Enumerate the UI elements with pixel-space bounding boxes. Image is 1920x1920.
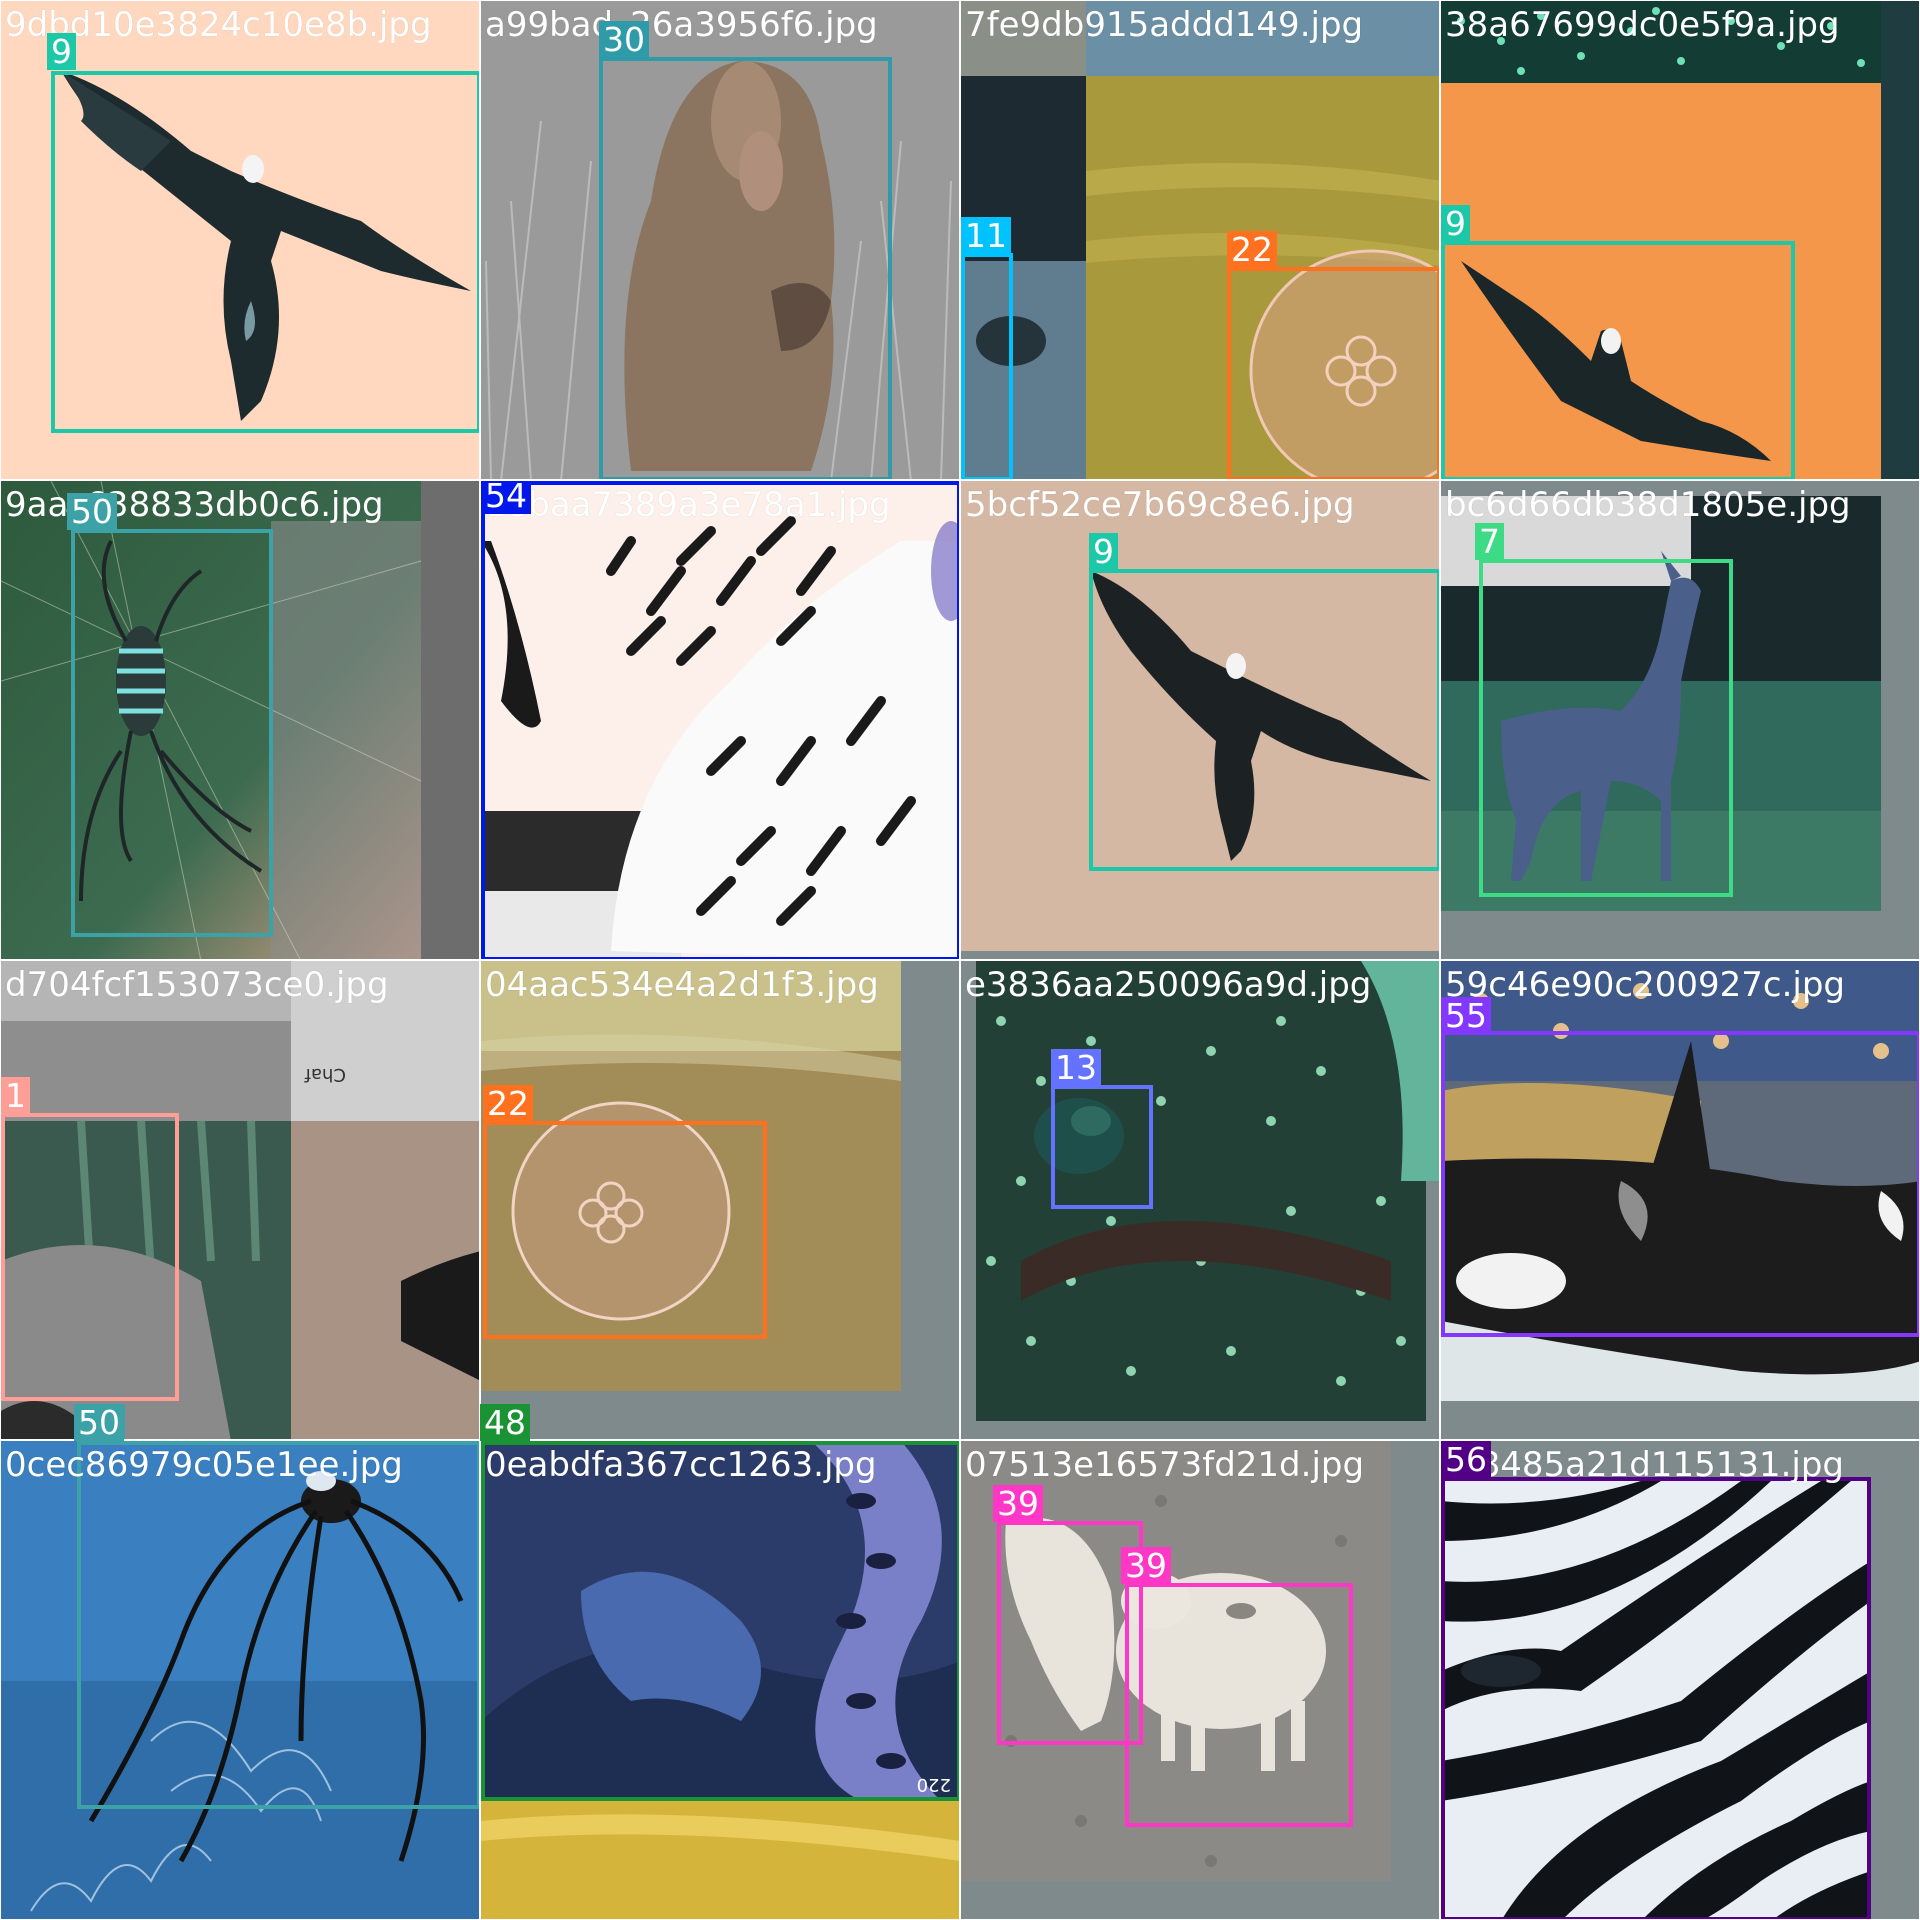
tile-mosaic-rocks: Chaf d704fcf153073ce0.jpg 1 50: [0, 960, 480, 1440]
class-label: 9: [1089, 533, 1118, 570]
tile-filename: d704fcf153073ce0.jpg: [5, 965, 389, 1005]
bounding-box: [481, 481, 959, 959]
bounding-box: [1089, 569, 1439, 871]
class-label: 55: [1441, 997, 1491, 1034]
class-label: 11: [961, 217, 1011, 254]
detection-mosaic: 9dbd10e3824c10e8b.jpg 9 a99bad_26a3956f6…: [0, 0, 1920, 1920]
scene-frog: [961, 961, 1439, 1439]
bounding-box: [481, 1441, 959, 1801]
bounding-box: [1051, 1085, 1153, 1209]
class-label: 50: [67, 493, 117, 530]
bounding-box: [1441, 1477, 1871, 1919]
tile-snake: 220 0eabdfa367cc1263.jpg: [480, 1440, 960, 1920]
tile-deer: bc6d66db38d1805e.jpg 7: [1440, 480, 1920, 960]
bounding-box: [1441, 241, 1795, 479]
bounding-box: [1227, 267, 1439, 479]
bounding-box: [51, 71, 479, 433]
tile-zebra: f28485a21d115131.jpg 56: [1440, 1440, 1920, 1920]
bounding-box: [599, 57, 892, 479]
tile-filename: a99bad_26a3956f6.jpg: [485, 5, 878, 45]
tile-filename: 59c46e90c200927c.jpg: [1445, 965, 1845, 1005]
class-label: 7: [1475, 523, 1504, 560]
class-label: 50: [74, 1404, 124, 1441]
bounding-box: [1125, 1583, 1353, 1827]
bounding-box: [77, 1441, 479, 1809]
class-label: 30: [599, 21, 649, 58]
tile-frog: e3836aa250096a9d.jpg 13: [960, 960, 1440, 1440]
class-label: 22: [1227, 231, 1277, 268]
tile-filename: 7fe9db915addd149.jpg: [965, 5, 1364, 45]
class-label: 48: [480, 1404, 530, 1441]
tile-filename: 07513e16573fd21d.jpg: [965, 1445, 1365, 1485]
tile-filename: 0eabdfa367cc1263.jpg: [485, 1445, 877, 1485]
bounding-box: [1, 1113, 179, 1401]
tile-pigs: 07513e16573fd21d.jpg 39 39: [960, 1440, 1440, 1920]
tile-filename: e3836aa250096a9d.jpg: [965, 965, 1372, 1005]
tile-filename: 9aa_638833db0c6.jpg: [5, 485, 384, 525]
tile-filename: f28485a21d115131.jpg: [1445, 1445, 1845, 1485]
tile-filename: 04aac534e4a2d1f3.jpg: [485, 965, 879, 1005]
tile-spider-blue: 0cec86979c05e1ee.jpg: [0, 1440, 480, 1920]
tile-eagle-peach: 9dbd10e3824c10e8b.jpg 9: [0, 0, 480, 480]
tile-spider-green: 9aa_638833db0c6.jpg 50: [0, 480, 480, 960]
tile-filename: 5bcf52ce7b69c8e6.jpg: [965, 485, 1355, 525]
tile-filename: 0cec86979c05e1ee.jpg: [5, 1445, 403, 1485]
tile-baboon: a99bad_26a3956f6.jpg 30: [480, 0, 960, 480]
class-label: 22: [483, 1085, 533, 1122]
sign-text: Chaf: [304, 1064, 346, 1085]
tile-jellyfish: 04aac534e4a2d1f3.jpg 22: [480, 960, 960, 1440]
tile-mosaic-jelly: 7fe9db915addd149.jpg 11 22: [960, 0, 1440, 480]
bounding-box: [1441, 1031, 1919, 1337]
class-label: 39: [993, 1485, 1043, 1522]
bounding-box: [71, 529, 273, 937]
tile-eagle-tan: 5bcf52ce7b69c8e6.jpg 9: [960, 480, 1440, 960]
class-label: 1: [1, 1077, 30, 1114]
bounding-box: [483, 1121, 767, 1339]
tile-filename: 18baa7389a3e78a1.jpg: [485, 485, 891, 525]
tile-orca: 59c46e90c200927c.jpg 55: [1440, 960, 1920, 1440]
bounding-box: [1479, 559, 1733, 897]
tile-eagle-orange: 38a67699dc0e5f9a.jpg 9: [1440, 0, 1920, 480]
tile-feathers: 18baa7389a3e78a1.jpg 54: [480, 480, 960, 960]
tile-filename: bc6d66db38d1805e.jpg: [1445, 485, 1851, 525]
bounding-box: [961, 253, 1013, 479]
class-label: 13: [1051, 1049, 1101, 1086]
tile-filename: 38a67699dc0e5f9a.jpg: [1445, 5, 1840, 45]
class-label: 9: [47, 33, 76, 70]
class-label: 56: [1441, 1441, 1491, 1478]
class-label: 9: [1441, 205, 1470, 242]
class-label: 54: [481, 481, 531, 514]
class-label: 39: [1121, 1547, 1171, 1584]
